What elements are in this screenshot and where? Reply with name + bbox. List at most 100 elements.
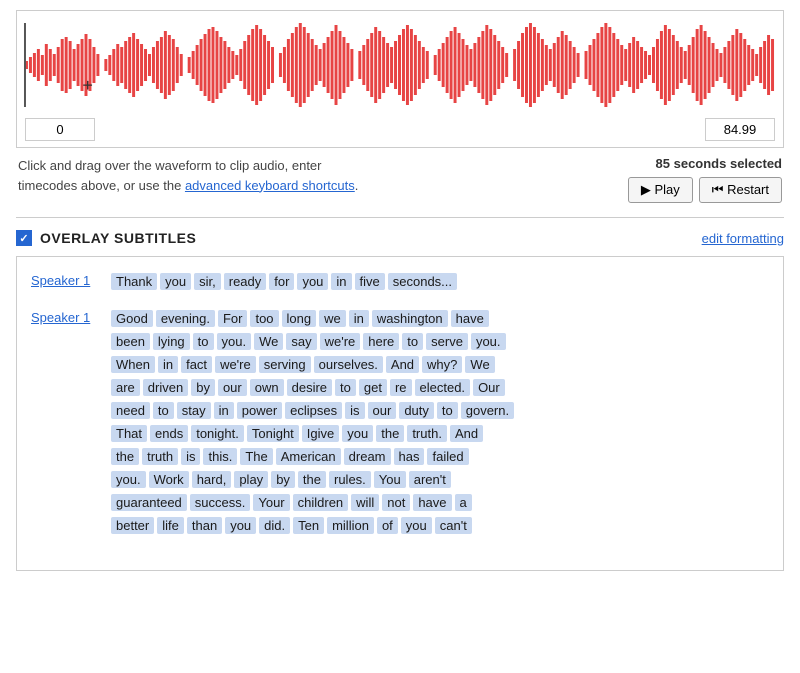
start-timecode-input[interactable]: 0: [25, 118, 95, 141]
word-chip[interactable]: you.: [217, 333, 252, 350]
word-chip[interactable]: we're: [215, 356, 256, 373]
word-chip[interactable]: And: [450, 425, 483, 442]
word-chip[interactable]: power: [237, 402, 282, 419]
word-chip[interactable]: you.: [471, 333, 506, 350]
word-chip[interactable]: by: [191, 379, 215, 396]
speaker-link[interactable]: Speaker 1: [31, 273, 95, 288]
word-chip[interactable]: We: [254, 333, 283, 350]
word-chip[interactable]: you: [297, 273, 328, 290]
word-chip[interactable]: for: [269, 273, 294, 290]
word-chip[interactable]: we're: [320, 333, 361, 350]
word-chip[interactable]: failed: [427, 448, 468, 465]
word-chip[interactable]: you: [401, 517, 432, 534]
word-chip[interactable]: driven: [143, 379, 188, 396]
play-button[interactable]: ▶ Play: [628, 177, 693, 203]
word-chip[interactable]: rules.: [329, 471, 371, 488]
word-chip[interactable]: has: [394, 448, 425, 465]
word-chip[interactable]: For: [218, 310, 248, 327]
word-chip[interactable]: life: [157, 517, 184, 534]
word-chip[interactable]: American: [276, 448, 341, 465]
word-chip[interactable]: seconds...: [388, 273, 457, 290]
word-chip[interactable]: of: [377, 517, 398, 534]
word-chip[interactable]: long: [282, 310, 317, 327]
word-chip[interactable]: a: [455, 494, 472, 511]
word-chip[interactable]: will: [351, 494, 379, 511]
word-chip[interactable]: to: [402, 333, 423, 350]
waveform-visualization[interactable]: .wbar { fill: #e53030; }: [23, 19, 777, 109]
word-chip[interactable]: to: [335, 379, 356, 396]
overlay-checkbox[interactable]: [16, 230, 32, 246]
word-chip[interactable]: truth: [142, 448, 178, 465]
word-chip[interactable]: ourselves.: [314, 356, 383, 373]
word-chip[interactable]: success.: [190, 494, 251, 511]
word-chip[interactable]: That: [111, 425, 147, 442]
word-chip[interactable]: than: [187, 517, 222, 534]
word-chip[interactable]: you.: [111, 471, 146, 488]
word-chip[interactable]: tonight.: [191, 425, 244, 442]
word-chip[interactable]: is: [345, 402, 364, 419]
word-chip[interactable]: duty: [399, 402, 434, 419]
word-chip[interactable]: get: [359, 379, 387, 396]
word-chip[interactable]: evening.: [156, 310, 215, 327]
word-chip[interactable]: in: [331, 273, 351, 290]
word-chip[interactable]: aren't: [409, 471, 451, 488]
word-chip[interactable]: the: [298, 471, 326, 488]
word-chip[interactable]: own: [250, 379, 284, 396]
word-chip[interactable]: eclipses: [285, 402, 342, 419]
word-chip[interactable]: Our: [473, 379, 505, 396]
word-chip[interactable]: are: [111, 379, 140, 396]
word-chip[interactable]: say: [286, 333, 316, 350]
word-chip[interactable]: washington: [372, 310, 448, 327]
word-chip[interactable]: to: [193, 333, 214, 350]
word-chip[interactable]: sir,: [194, 273, 221, 290]
word-chip[interactable]: here: [363, 333, 399, 350]
end-timecode-input[interactable]: 84.99: [705, 118, 775, 141]
word-chip[interactable]: ready: [224, 273, 267, 290]
word-chip[interactable]: And: [386, 356, 419, 373]
word-chip[interactable]: you: [225, 517, 256, 534]
word-chip[interactable]: truth.: [407, 425, 447, 442]
restart-button[interactable]: ⏮ Restart: [699, 177, 782, 203]
word-chip[interactable]: re: [390, 379, 412, 396]
word-chip[interactable]: you: [160, 273, 191, 290]
word-chip[interactable]: five: [355, 273, 385, 290]
word-chip[interactable]: Work: [149, 471, 189, 488]
speaker-link[interactable]: Speaker 1: [31, 310, 95, 325]
word-chip[interactable]: have: [413, 494, 451, 511]
word-chip[interactable]: serve: [426, 333, 468, 350]
word-chip[interactable]: better: [111, 517, 154, 534]
word-chip[interactable]: The: [240, 448, 272, 465]
waveform-area[interactable]: .wbar { fill: #e53030; }: [16, 10, 784, 148]
word-chip[interactable]: Good: [111, 310, 153, 327]
word-chip[interactable]: in: [158, 356, 178, 373]
word-chip[interactable]: in: [349, 310, 369, 327]
edit-formatting-link[interactable]: edit formatting: [702, 231, 784, 246]
word-chip[interactable]: When: [111, 356, 155, 373]
word-chip[interactable]: You: [374, 471, 406, 488]
word-chip[interactable]: the: [376, 425, 404, 442]
word-chip[interactable]: to: [437, 402, 458, 419]
word-chip[interactable]: Your: [253, 494, 289, 511]
word-chip[interactable]: is: [181, 448, 200, 465]
word-chip[interactable]: you: [342, 425, 373, 442]
word-chip[interactable]: to: [153, 402, 174, 419]
word-chip[interactable]: stay: [177, 402, 211, 419]
word-chip[interactable]: Tonight: [247, 425, 299, 442]
word-chip[interactable]: not: [382, 494, 410, 511]
word-chip[interactable]: serving: [259, 356, 311, 373]
word-chip[interactable]: our: [218, 379, 247, 396]
keyboard-shortcuts-link[interactable]: advanced keyboard shortcuts: [185, 178, 355, 193]
word-chip[interactable]: lying: [153, 333, 190, 350]
word-chip[interactable]: this.: [203, 448, 237, 465]
word-chip[interactable]: children: [293, 494, 349, 511]
word-chip[interactable]: elected.: [415, 379, 471, 396]
word-chip[interactable]: Thank: [111, 273, 157, 290]
word-chip[interactable]: we: [319, 310, 346, 327]
word-chip[interactable]: Igive: [302, 425, 339, 442]
word-chip[interactable]: in: [214, 402, 234, 419]
word-chip[interactable]: our: [368, 402, 397, 419]
word-chip[interactable]: the: [111, 448, 139, 465]
word-chip[interactable]: Ten: [293, 517, 324, 534]
word-chip[interactable]: We: [465, 356, 494, 373]
word-chip[interactable]: been: [111, 333, 150, 350]
